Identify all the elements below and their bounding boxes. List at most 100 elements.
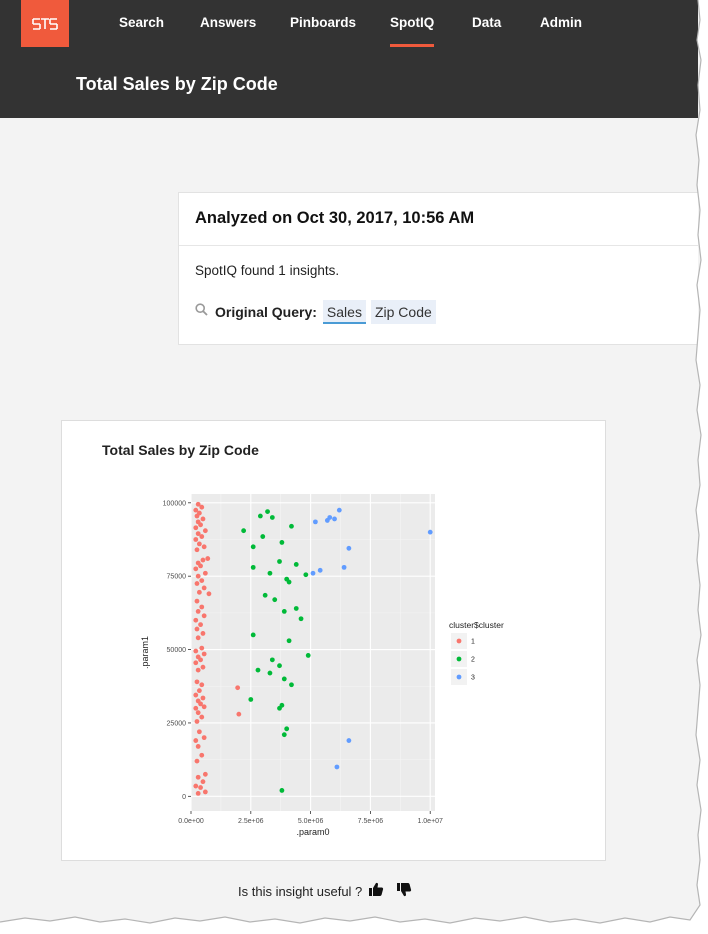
data-point-cluster-1 bbox=[193, 783, 199, 789]
data-point-cluster-2 bbox=[277, 663, 282, 669]
data-point-cluster-1 bbox=[195, 501, 201, 507]
data-point-cluster-2 bbox=[269, 515, 275, 520]
data-point-cluster-1 bbox=[195, 710, 201, 716]
data-point-cluster-1 bbox=[200, 695, 206, 701]
data-point-cluster-1 bbox=[201, 585, 207, 591]
data-point-cluster-3 bbox=[346, 738, 352, 743]
data-point-cluster-1 bbox=[193, 692, 199, 698]
data-point-cluster-1 bbox=[195, 654, 201, 660]
x-tick-label: 1.0e+07 bbox=[417, 818, 443, 825]
data-point-cluster-1 bbox=[193, 617, 199, 623]
legend-marker-3 bbox=[456, 674, 462, 680]
legend-label-2: 2 bbox=[471, 657, 475, 664]
data-point-cluster-3 bbox=[341, 564, 347, 570]
analysis-summary-card: Analyzed on Oct 30, 2017, 10:56 AM SpotI… bbox=[178, 192, 698, 345]
query-chip-sales[interactable]: Sales bbox=[322, 300, 366, 324]
data-point-cluster-1 bbox=[200, 779, 206, 785]
data-point-cluster-2 bbox=[281, 676, 287, 682]
data-point-cluster-1 bbox=[195, 609, 201, 614]
y-tick-label: 25000 bbox=[167, 720, 187, 727]
data-point-cluster-2 bbox=[272, 597, 278, 603]
data-point-cluster-2 bbox=[305, 653, 311, 658]
data-point-cluster-1 bbox=[195, 573, 201, 579]
data-point-cluster-2 bbox=[265, 509, 270, 515]
thoughtspot-logo[interactable] bbox=[21, 0, 69, 47]
x-tick-label: 2.5e+06 bbox=[238, 818, 264, 825]
data-point-cluster-1 bbox=[193, 648, 199, 654]
data-point-cluster-3 bbox=[317, 567, 323, 573]
data-point-cluster-1 bbox=[201, 544, 207, 550]
data-point-cluster-1 bbox=[193, 537, 199, 542]
plot-panel bbox=[191, 494, 435, 811]
data-point-cluster-1 bbox=[193, 705, 199, 711]
legend-marker-2 bbox=[456, 656, 462, 662]
query-chip-zip-code[interactable]: Zip Code bbox=[370, 300, 436, 324]
data-point-cluster-1 bbox=[196, 688, 202, 694]
data-point-cluster-1 bbox=[194, 719, 200, 724]
y-axis: 0 25000 50000 75000 100000 bbox=[163, 500, 191, 801]
search-icon bbox=[195, 303, 208, 321]
data-point-cluster-1 bbox=[196, 589, 202, 595]
data-point-cluster-1 bbox=[200, 664, 206, 670]
data-point-cluster-3 bbox=[334, 764, 340, 770]
data-point-cluster-1 bbox=[193, 507, 199, 513]
data-point-cluster-1 bbox=[199, 578, 205, 583]
data-point-cluster-1 bbox=[194, 758, 200, 764]
nav-item-answers[interactable]: Answers bbox=[200, 15, 256, 30]
analysis-timestamp: Analyzed on Oct 30, 2017, 10:56 AM bbox=[179, 193, 698, 246]
thumbs-down-icon[interactable] bbox=[396, 882, 412, 900]
data-point-cluster-2 bbox=[289, 682, 294, 688]
x-tick-label: 5.0e+06 bbox=[298, 818, 324, 825]
insight-card: Total Sales by Zip Code 0.0e+00 2.5e+06 5.… bbox=[61, 420, 606, 861]
data-point-cluster-1 bbox=[201, 651, 207, 657]
data-point-cluster-1 bbox=[194, 598, 200, 604]
nav-item-admin[interactable]: Admin bbox=[540, 15, 582, 30]
data-point-cluster-2 bbox=[262, 592, 268, 598]
data-point-cluster-2 bbox=[250, 544, 256, 550]
data-point-cluster-1 bbox=[199, 752, 205, 758]
data-point-cluster-2 bbox=[260, 534, 266, 539]
data-point-cluster-1 bbox=[235, 685, 241, 691]
x-axis-label: .param0 bbox=[296, 827, 329, 837]
x-axis: 0.0e+00 2.5e+06 5.0e+06 7.5e+06 1.0e+07 bbox=[178, 811, 443, 825]
original-query-label: Original Query: bbox=[215, 304, 317, 320]
data-point-cluster-1 bbox=[195, 519, 201, 525]
data-point-cluster-2 bbox=[286, 579, 292, 585]
data-point-cluster-1 bbox=[193, 660, 199, 666]
data-point-cluster-2 bbox=[284, 726, 290, 732]
data-point-cluster-2 bbox=[293, 562, 299, 567]
data-point-cluster-1 bbox=[195, 698, 201, 704]
y-tick-label: 100000 bbox=[163, 500, 186, 507]
nav-item-pinboards[interactable]: Pinboards bbox=[290, 15, 356, 30]
nav-item-search[interactable]: Search bbox=[119, 15, 164, 30]
data-point-cluster-2 bbox=[277, 559, 282, 564]
top-bar: Search Answers Pinboards SpotIQ Data Adm… bbox=[0, 0, 698, 118]
data-point-cluster-1 bbox=[198, 622, 203, 628]
y-tick-label: 75000 bbox=[167, 574, 187, 581]
data-point-cluster-1 bbox=[200, 631, 206, 636]
nav-item-data[interactable]: Data bbox=[472, 15, 501, 30]
data-point-cluster-2 bbox=[267, 570, 273, 576]
data-point-cluster-1 bbox=[195, 560, 201, 566]
data-point-cluster-2 bbox=[281, 732, 287, 738]
legend-label-3: 3 bbox=[471, 675, 475, 682]
data-point-cluster-2 bbox=[267, 670, 273, 676]
y-tick-label: 0 bbox=[182, 794, 186, 801]
data-point-cluster-2 bbox=[277, 705, 282, 711]
nav-item-spotiq[interactable]: SpotIQ bbox=[390, 15, 435, 47]
data-point-cluster-2 bbox=[241, 528, 247, 534]
logo-icon bbox=[32, 17, 58, 30]
x-tick-label: 7.5e+06 bbox=[358, 818, 384, 825]
data-point-cluster-1 bbox=[195, 744, 201, 749]
legend-title: cluster$cluster bbox=[449, 620, 504, 630]
y-axis-label: .param1 bbox=[140, 636, 150, 669]
data-point-cluster-1 bbox=[202, 528, 208, 534]
feedback-row: Is this insight useful ? bbox=[238, 882, 412, 900]
data-point-cluster-2 bbox=[250, 564, 256, 570]
y-tick-label: 50000 bbox=[167, 647, 187, 654]
data-point-cluster-2 bbox=[281, 609, 287, 614]
data-point-cluster-1 bbox=[195, 774, 201, 780]
insights-found-text: SpotIQ found 1 insights. bbox=[195, 263, 340, 278]
thumbs-up-icon[interactable] bbox=[368, 882, 384, 900]
data-point-cluster-2 bbox=[248, 697, 254, 702]
